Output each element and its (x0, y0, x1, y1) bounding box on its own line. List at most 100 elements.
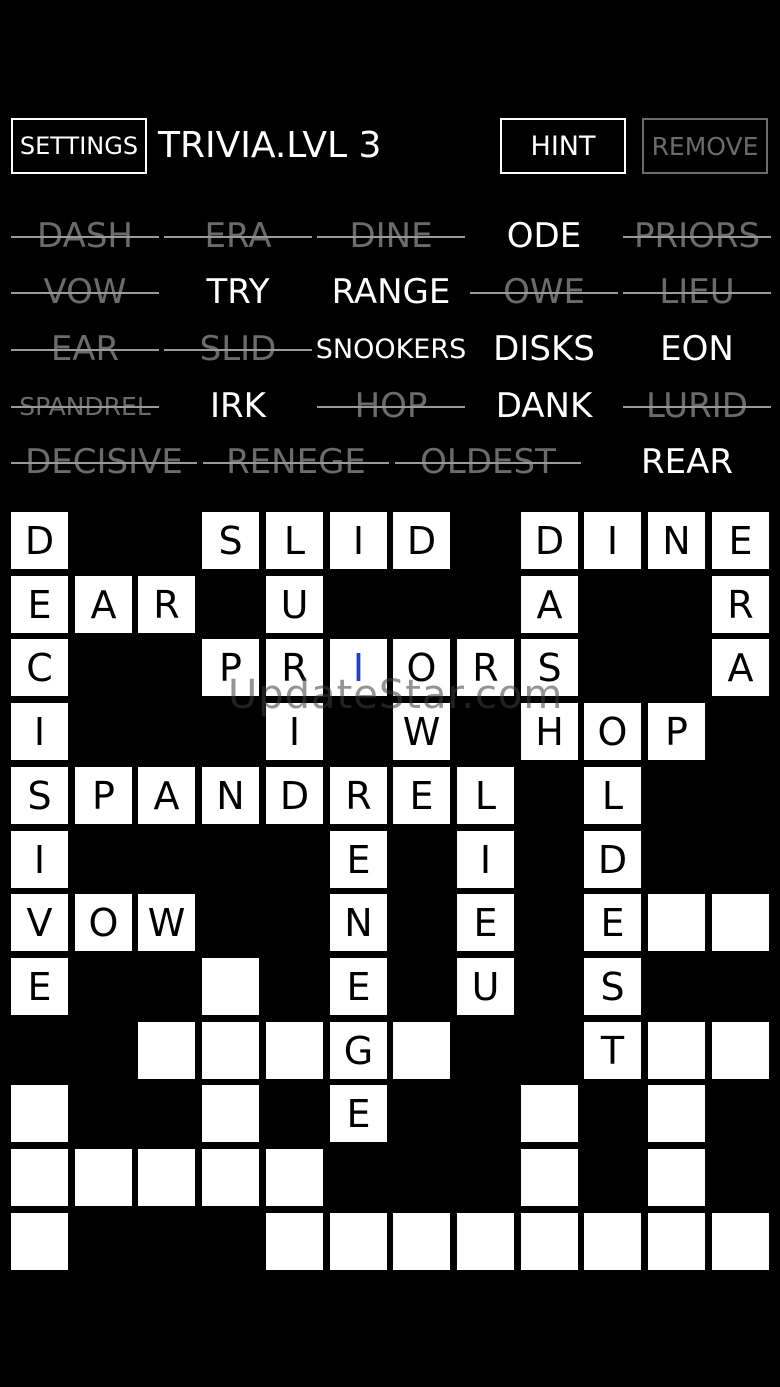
word-dank: DANK (495, 386, 593, 426)
grid-cell-empty[interactable] (393, 1022, 450, 1079)
grid-cell-letter[interactable]: S (11, 767, 68, 824)
grid-cell-letter[interactable]: I (266, 703, 323, 760)
grid-cell-letter[interactable]: I (11, 831, 68, 888)
grid-cell-letter[interactable]: A (712, 639, 769, 696)
word-owe: OWE (470, 264, 618, 320)
grid-cell-letter[interactable]: A (521, 576, 578, 633)
grid-cell-letter[interactable]: P (202, 639, 259, 696)
grid-cell-empty[interactable] (138, 1022, 195, 1079)
grid-cell-letter[interactable]: N (648, 512, 705, 569)
grid-cell-empty[interactable] (202, 1149, 259, 1206)
grid-cell-empty[interactable] (648, 1022, 705, 1079)
grid-cell-empty[interactable] (11, 1149, 68, 1206)
grid-cell-letter[interactable]: E (330, 1085, 387, 1142)
grid-cell-empty[interactable] (138, 1149, 195, 1206)
grid-cell-empty[interactable] (648, 1149, 705, 1206)
word-range: RANGE (331, 272, 451, 312)
grid-cell-letter[interactable]: E (584, 894, 641, 951)
word-disks: DISKS (493, 329, 595, 369)
grid-cell-letter[interactable]: S (202, 512, 259, 569)
grid-cell-letter[interactable]: R (138, 576, 195, 633)
word-ear: EAR (11, 321, 159, 377)
grid-cell-letter[interactable]: G (330, 1022, 387, 1079)
grid-cell-letter[interactable]: P (75, 767, 132, 824)
grid-cell-empty[interactable] (202, 1085, 259, 1142)
grid-cell-letter[interactable]: D (521, 512, 578, 569)
grid-cell-letter[interactable]: R (330, 767, 387, 824)
grid-cell-letter[interactable]: N (202, 767, 259, 824)
grid-cell-empty[interactable] (202, 958, 259, 1015)
remove-button[interactable]: REMOVE (642, 118, 768, 174)
grid-cell-letter[interactable]: N (330, 894, 387, 951)
grid-cell-letter[interactable]: I (584, 512, 641, 569)
grid-cell-letter[interactable]: P (648, 703, 705, 760)
grid-cell-empty[interactable] (712, 1022, 769, 1079)
grid-cell-letter[interactable]: U (457, 958, 514, 1015)
grid-cell-empty[interactable] (521, 1213, 578, 1270)
grid-cell-letter[interactable]: C (11, 639, 68, 696)
grid-cell-empty[interactable] (266, 1022, 323, 1079)
grid-cell-empty[interactable] (584, 1213, 641, 1270)
grid-cell-letter[interactable]: E (11, 958, 68, 1015)
hint-button[interactable]: HINT (500, 118, 626, 174)
grid-cell-letter[interactable]: L (457, 767, 514, 824)
grid-cell-letter[interactable]: I (11, 703, 68, 760)
grid-cell-letter[interactable]: D (584, 831, 641, 888)
grid-cell-letter[interactable]: E (457, 894, 514, 951)
grid-cell-empty[interactable] (266, 1149, 323, 1206)
word-snookers: SNOOKERS (315, 333, 467, 365)
grid-cell-letter[interactable]: O (75, 894, 132, 951)
settings-button[interactable]: SETTINGS (11, 118, 147, 174)
grid-cell-empty[interactable] (648, 1085, 705, 1142)
grid-cell-letter[interactable]: W (138, 894, 195, 951)
grid-cell-letter[interactable]: S (584, 958, 641, 1015)
grid-cell-letter[interactable]: D (11, 512, 68, 569)
grid-cell-empty[interactable] (521, 1085, 578, 1142)
grid-cell-empty[interactable] (648, 894, 705, 951)
grid-cell-letter[interactable]: E (330, 958, 387, 1015)
word-lieu: LIEU (623, 264, 771, 320)
grid-cell-letter[interactable]: O (393, 639, 450, 696)
grid-cell-letter[interactable]: L (584, 767, 641, 824)
grid-cell-letter[interactable]: H (521, 703, 578, 760)
grid-cell-letter[interactable]: E (11, 576, 68, 633)
grid-cell-empty[interactable] (393, 1213, 450, 1270)
grid-cell-letter[interactable]: E (393, 767, 450, 824)
grid-cell-letter[interactable]: R (712, 576, 769, 633)
grid-cell-letter[interactable]: I (330, 512, 387, 569)
grid-cell-letter[interactable]: R (457, 639, 514, 696)
grid-cell-letter[interactable]: R (266, 639, 323, 696)
grid-cell-empty[interactable] (712, 1213, 769, 1270)
grid-cell-empty[interactable] (11, 1085, 68, 1142)
word-ode: ODE (506, 216, 582, 256)
grid-cell-letter[interactable]: A (138, 767, 195, 824)
grid-cell-letter[interactable]: E (712, 512, 769, 569)
grid-cell-empty[interactable] (712, 894, 769, 951)
grid-cell-letter[interactable]: W (393, 703, 450, 760)
grid-cell-letter[interactable]: U (266, 576, 323, 633)
grid-cell-empty[interactable] (266, 1213, 323, 1270)
word-vow: VOW (11, 264, 159, 320)
grid-cell-letter[interactable]: A (75, 576, 132, 633)
grid-cell-letter[interactable]: T (584, 1022, 641, 1079)
grid-cell-letter[interactable]: S (521, 639, 578, 696)
grid-cell-letter[interactable]: D (266, 767, 323, 824)
word-dine: DINE (317, 208, 465, 264)
grid-cell-letter[interactable]: V (11, 894, 68, 951)
grid-cell-empty[interactable] (457, 1213, 514, 1270)
grid-cell-letter[interactable]: I (457, 831, 514, 888)
word-list: DASH ERA DINE ODE PRIORS VOW TRY RANGE OWE LIEU EA… (0, 208, 780, 490)
grid-cell-empty[interactable] (202, 1022, 259, 1079)
grid-cell-empty[interactable] (648, 1213, 705, 1270)
grid-cell-letter[interactable]: D (393, 512, 450, 569)
grid-cell-letter[interactable]: O (584, 703, 641, 760)
word-hop: HOP (317, 378, 465, 434)
grid-cell-empty[interactable] (330, 1213, 387, 1270)
grid-cell-letter[interactable]: L (266, 512, 323, 569)
grid-cell-empty[interactable] (11, 1213, 68, 1270)
grid-cell-letter[interactable]: I (330, 639, 387, 696)
grid-cell-letter[interactable]: E (330, 831, 387, 888)
crossword-grid[interactable]: DSLIDDINEEARUARCPRIORSAIIWHOPSPANDRELLIE… (11, 512, 779, 1280)
grid-cell-empty[interactable] (75, 1149, 132, 1206)
grid-cell-empty[interactable] (521, 1149, 578, 1206)
